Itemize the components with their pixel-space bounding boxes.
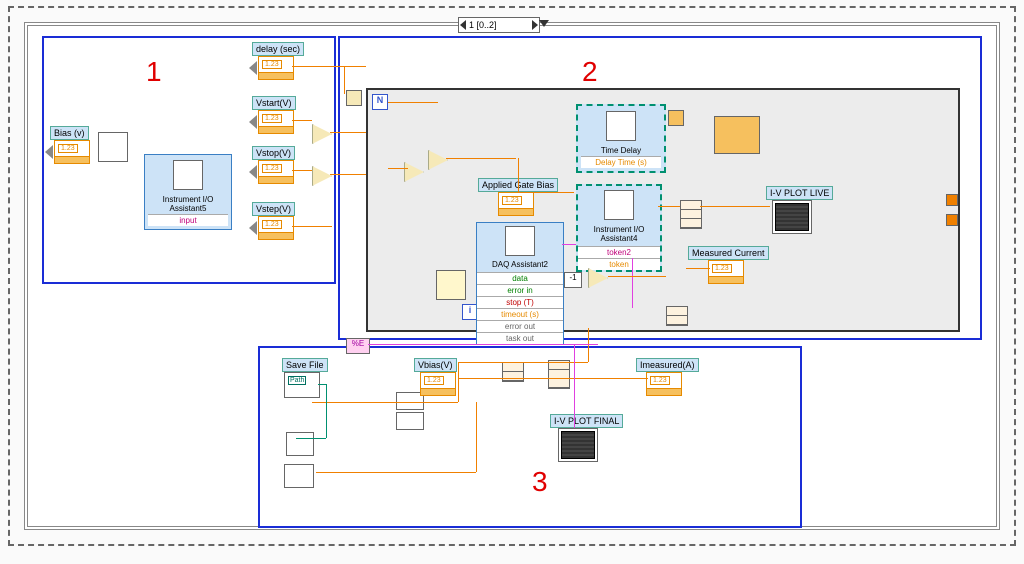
array-size-node [396, 412, 424, 430]
iv-plot-final-indicator [558, 428, 598, 462]
vstop-control[interactable] [258, 160, 294, 184]
daq2-stop: stop (T) [477, 296, 563, 308]
round-to-int-icon [346, 90, 362, 106]
build-array-1 [680, 200, 702, 229]
labview-block-diagram: 1 [0..2] 1 Bias (v) Instrument I/O Assis… [0, 0, 1024, 564]
vstart-control[interactable] [258, 110, 294, 134]
daq2-error-out: error out [477, 320, 563, 332]
io4-title: Instrument I/O Assistant4 [580, 224, 658, 244]
daq2-error-in: error in [477, 284, 563, 296]
daq2-title: DAQ Assistant2 [479, 259, 561, 270]
outer-structure: 1 [0..2] 1 Bias (v) Instrument I/O Assis… [24, 22, 1000, 530]
iv-plot-live-label: I-V PLOT LIVE [766, 186, 833, 200]
instrument-io-assistant4[interactable]: Instrument I/O Assistant4 token2 token [576, 184, 662, 272]
build-array-vi [502, 362, 524, 382]
daq-assistant2[interactable]: DAQ Assistant2 data error in stop (T) ti… [476, 222, 564, 345]
sequence-frame-selector[interactable]: 1 [0..2] [458, 17, 540, 33]
daq2-timeout: timeout (s) [477, 308, 563, 320]
vstop-label: Vstop(V) [252, 146, 295, 160]
iv-plot-live-indicator [772, 200, 812, 234]
save-file-path-control[interactable]: Path [284, 372, 320, 398]
imeasured-indicator [646, 372, 682, 396]
region-3-label: 3 [532, 466, 548, 498]
save-file-label: Save File [282, 358, 328, 372]
instrument-icon [604, 190, 634, 220]
daq2-data: data [477, 272, 563, 284]
time-delay[interactable]: Time Delay Delay Time (s) [576, 104, 666, 173]
hourglass-icon [606, 111, 636, 141]
io4-token: token [578, 258, 660, 270]
bias-label: Bias (v) [50, 126, 89, 140]
for-loop: N i Applied Gate Bias DAQ Assistant2 dat… [366, 88, 960, 332]
multiply-op [404, 162, 424, 182]
delay-control[interactable] [258, 56, 294, 80]
instrument-icon [173, 160, 203, 190]
flat-sequence-frame: 1 [0..2] 1 Bias (v) Instrument I/O Assis… [8, 6, 1016, 546]
vbias-label: Vbias(V) [414, 358, 457, 372]
build-array-2 [666, 306, 688, 326]
io4-token2: token2 [578, 246, 660, 258]
vstart-label: Vstart(V) [252, 96, 296, 110]
vstep-control[interactable] [258, 216, 294, 240]
shift-register-left-icon [668, 110, 684, 126]
graph-icon [561, 431, 595, 459]
imeasured-label: Imeasured(A) [636, 358, 699, 372]
property-node [436, 270, 466, 300]
constant-neg1: -1 [564, 272, 582, 288]
bundle-node [548, 360, 570, 389]
time-delay-title: Time Delay [581, 145, 661, 156]
iv-plot-final-label: I-V PLOT FINAL [550, 414, 623, 428]
arrow-right-icon[interactable] [532, 20, 538, 30]
applied-gate-bias-indicator [498, 192, 534, 216]
tunnel-i-out [946, 214, 958, 226]
build-array-node [286, 432, 314, 456]
daq-icon [505, 226, 535, 256]
graph-icon [775, 203, 809, 231]
loop-count-terminal: N [372, 94, 388, 110]
instrument-io-assistant5[interactable]: Instrument I/O Assistant5 input [144, 154, 232, 230]
delay-label: delay (sec) [252, 42, 304, 56]
region-1-label: 1 [146, 56, 162, 88]
vstep-label: Vstep(V) [252, 202, 295, 216]
io5-input-terminal: input [148, 214, 228, 226]
time-delay-term: Delay Time (s) [581, 156, 661, 168]
region-3 [258, 346, 802, 528]
vbias-indicator [420, 372, 456, 396]
format-string-constant: %E [346, 338, 370, 354]
io5-title: Instrument I/O Assistant5 [148, 194, 228, 214]
sequence-index-label: 1 [0..2] [469, 20, 497, 30]
bias-control[interactable] [54, 140, 90, 164]
region-2-label: 2 [582, 56, 598, 88]
write-spreadsheet-node [284, 464, 314, 488]
arrow-left-icon[interactable] [460, 20, 466, 30]
coercion-node [98, 132, 128, 162]
tunnel-v-out [946, 194, 958, 206]
chevron-down-icon[interactable] [539, 20, 549, 27]
daq2-task-out: task out [477, 332, 563, 344]
shift-register-init [714, 116, 760, 154]
measured-current-indicator [708, 260, 744, 284]
path-type-label: Path [288, 376, 306, 385]
add-op [428, 150, 448, 170]
measured-current-label: Measured Current [688, 246, 769, 260]
